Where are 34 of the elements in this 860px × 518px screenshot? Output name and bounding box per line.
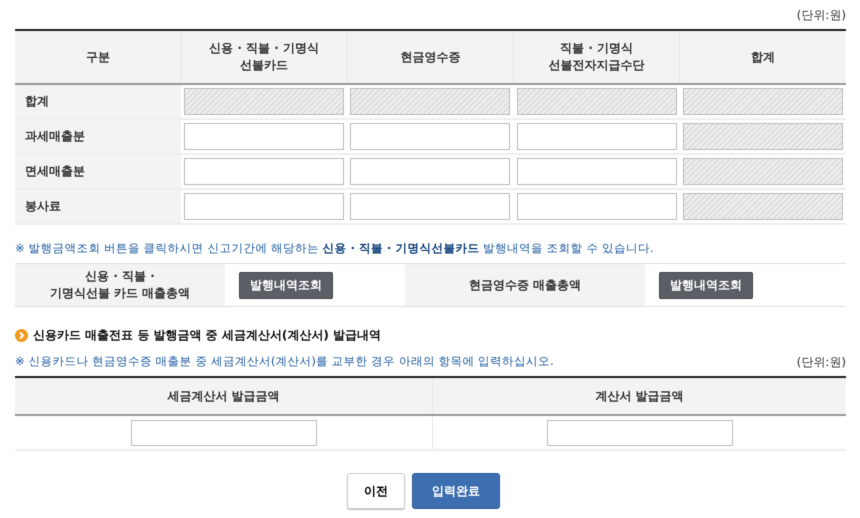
- row-label: 합계: [15, 84, 181, 119]
- amount-field[interactable]: [516, 123, 677, 150]
- column-header: 세금계산서 발급금액: [15, 377, 432, 415]
- lookup-button[interactable]: 발행내역조회: [239, 272, 333, 298]
- unit-label: (단위:원): [796, 354, 846, 371]
- previous-button[interactable]: 이전: [347, 473, 405, 509]
- column-header: 신용 · 직불 · 기명식 선불카드: [181, 30, 348, 84]
- lookup-button[interactable]: 발행내역조회: [659, 272, 753, 298]
- query-label: 신용 · 직불 · 기명식선불 카드 매출총액: [50, 268, 190, 302]
- amount-field[interactable]: [184, 158, 344, 185]
- amount-field[interactable]: [516, 193, 677, 220]
- notice-text: ※ 신용카드나 현금영수증 매출분 중 세금계산서(계산서)를 교부한 경우 아래의 항목에 입력하십시오.: [15, 354, 554, 370]
- submit-button[interactable]: 입력완료: [412, 473, 500, 509]
- column-header: 합계: [680, 30, 846, 84]
- column-header: 현금영수증: [347, 30, 514, 84]
- amount-field[interactable]: [350, 193, 510, 220]
- row-label: 면세매출분: [15, 154, 181, 189]
- amount-field[interactable]: [350, 158, 510, 185]
- section-title: 신용카드 매출전표 등 발행금액 중 세금계산서(계산서) 발급내역: [33, 327, 382, 344]
- amount-field[interactable]: [516, 158, 677, 185]
- bullet-icon: [15, 329, 28, 342]
- column-header: 직불 · 기명식 선불전자지급수단: [514, 30, 680, 84]
- unit-label: (단위:원): [796, 8, 846, 22]
- column-header: 구분: [15, 30, 181, 84]
- column-header: 계산서 발급금액: [432, 377, 846, 415]
- query-label: 현금영수증 매출총액: [468, 276, 582, 294]
- amount-field[interactable]: [130, 420, 316, 446]
- row-label: 봉사료: [15, 189, 181, 224]
- amount-field[interactable]: [184, 123, 344, 150]
- amount-field[interactable]: [350, 123, 510, 150]
- row-label: 과세매출분: [15, 119, 181, 154]
- amount-field[interactable]: [546, 420, 732, 446]
- amount-field[interactable]: [184, 193, 344, 220]
- notice-text: ※ 발행금액조회 버튼을 클릭하시면 신고기간에 해당하는 신용 · 직불 · 기명식선불카드 발행내역을 조회할 수 있습니다.: [15, 241, 655, 256]
